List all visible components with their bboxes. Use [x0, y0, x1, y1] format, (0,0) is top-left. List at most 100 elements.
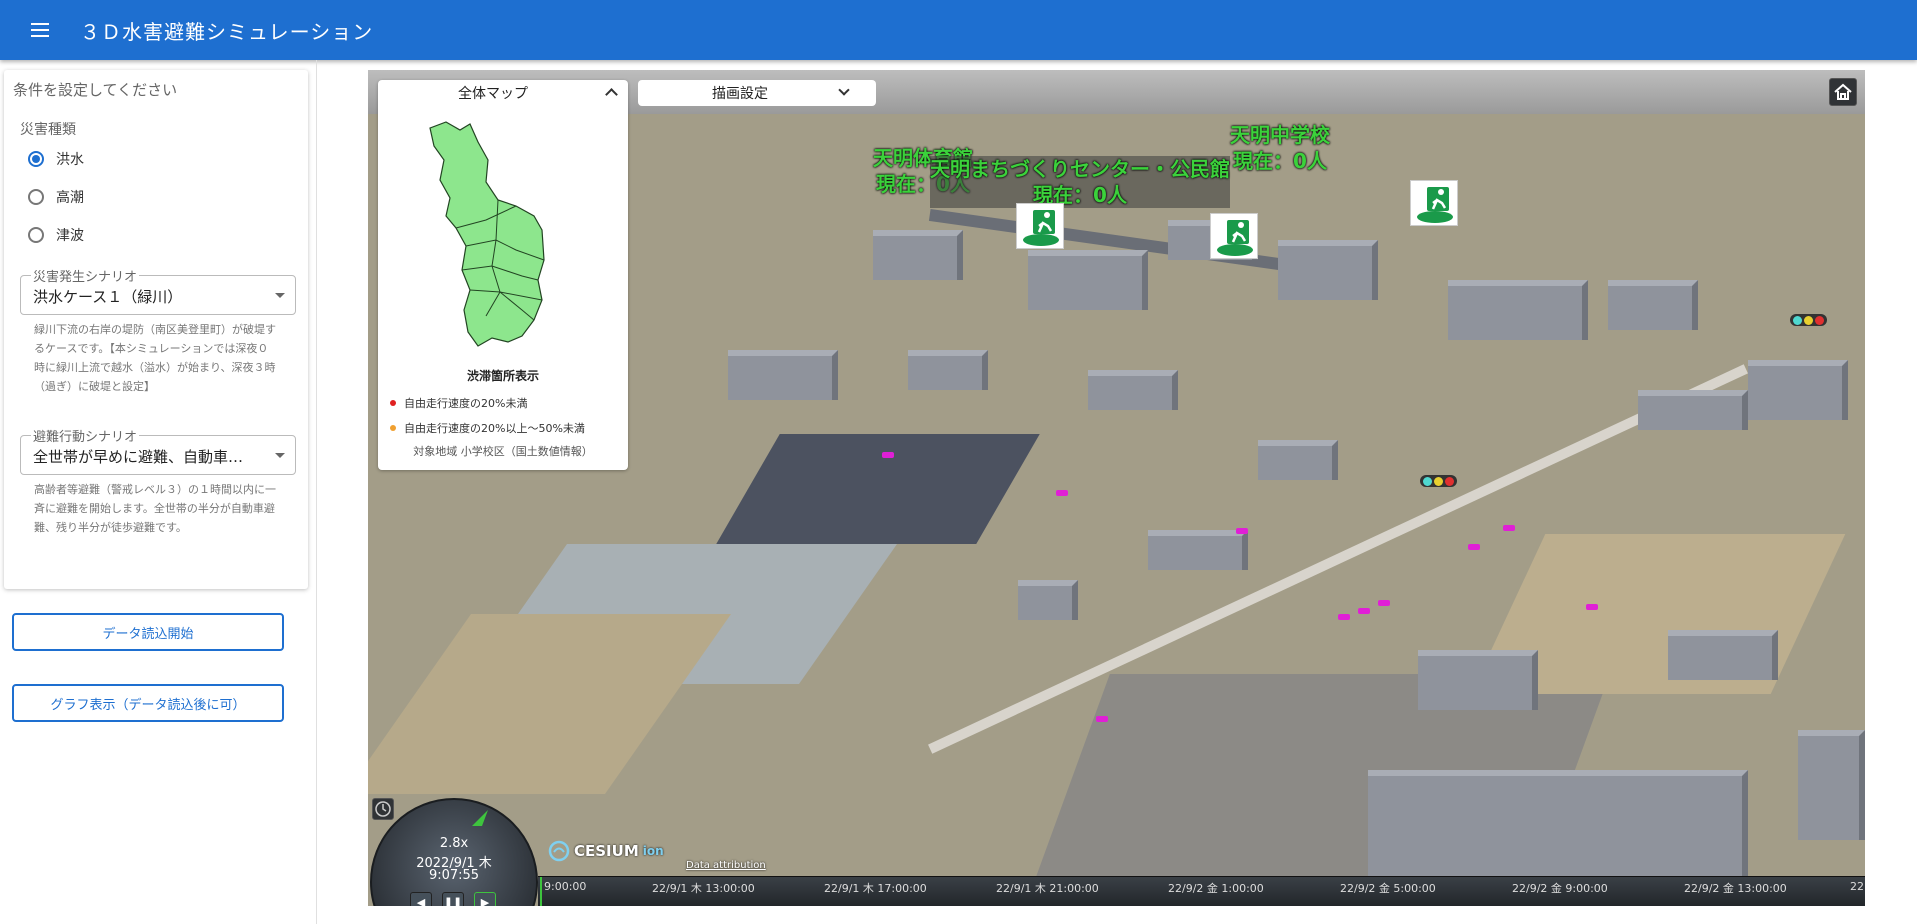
legend-label: 自由走行速度の20%以上～50%未満 [404, 422, 585, 435]
load-data-button[interactable]: データ読込開始 [12, 613, 284, 651]
area-map[interactable] [426, 120, 570, 350]
building [1798, 730, 1865, 840]
timeline-tick: 22/9/2 金 9:00:00 [1512, 882, 1608, 895]
red-dot-icon [390, 400, 396, 406]
building [1258, 440, 1338, 480]
timeline-tick: 22/9/1 木 13:00:00 [652, 882, 755, 895]
timeline-tick: 22/9/2 金 5:00:00 [1340, 882, 1436, 895]
vehicle-marker [1358, 608, 1370, 614]
building [1418, 650, 1538, 710]
shelter-name: 天明まちづくりセンター・公民館 [930, 157, 1230, 181]
settings-panel: 条件を設定してください 災害種類 洪水 高潮 津波 災害発生シナリオ 洪水ケース… [4, 70, 308, 589]
radio-storm-surge[interactable]: 高潮 [28, 187, 84, 207]
evacuation-scenario-select[interactable]: 避難行動シナリオ 全世帯が早めに避難、自動車避難と徒歩避難 [20, 426, 296, 475]
cesium-3d-viewer[interactable]: 天明体育館 現在：0人 天明まちづくりセンター・公民館 現在：0人 天明中学校 … [368, 70, 1865, 906]
shelter-count: 現在：0人 [1233, 149, 1327, 173]
timeline-tick: 22 [1850, 880, 1864, 893]
farm-field [368, 614, 732, 794]
radio-unselected-icon [28, 189, 44, 205]
vehicle-marker [1338, 614, 1350, 620]
timeline[interactable]: 9:00:00 22/9/1 木 13:00:00 22/9/1 木 17:00… [538, 876, 1865, 906]
timeline-tick: 22/9/2 金 1:00:00 [1168, 882, 1264, 895]
building [1018, 580, 1078, 620]
show-graph-button[interactable]: グラフ表示（データ読込後に可） [12, 684, 284, 722]
building [1748, 360, 1848, 420]
solar-panel-field [716, 434, 1040, 544]
legend-label: 自由走行速度の20%未満 [404, 397, 528, 410]
emergency-exit-icon[interactable] [1016, 203, 1064, 249]
disaster-scenario-select[interactable]: 災害発生シナリオ 洪水ケース１（緑川） [20, 266, 296, 315]
vehicle-marker [1586, 604, 1598, 610]
cesium-logo-text: CESIUM [574, 842, 639, 860]
select-value: 洪水ケース１（緑川） [33, 288, 183, 306]
building [1028, 250, 1148, 310]
clock-time: 9:07:55 [428, 868, 480, 883]
vehicle-marker [1378, 600, 1390, 606]
radio-label: 洪水 [56, 152, 84, 168]
vehicle-marker [882, 452, 894, 458]
chevron-down-icon [838, 84, 850, 96]
app-bar: ３Ｄ水害避難シミュレーション [0, 0, 1917, 60]
legend-title: 渋滞箇所表示 [466, 369, 539, 383]
data-attribution-link[interactable]: Data attribution [686, 860, 766, 871]
play-forward-button[interactable]: ▶ [474, 892, 496, 906]
building [1148, 530, 1248, 570]
cesium-ion-text: ion [642, 844, 664, 858]
clock-toggle-icon[interactable] [372, 798, 394, 820]
select-label: 災害発生シナリオ [31, 266, 140, 285]
emergency-exit-icon[interactable] [1210, 213, 1258, 259]
overview-map-panel: 全体マップ 渋滞箇所表示 自由走行速度の20%未満 自由走行速度の20%以上～5… [378, 80, 628, 470]
radio-label: 高潮 [56, 190, 84, 206]
building [1088, 370, 1178, 410]
playback-speed: 2.8x [439, 836, 469, 851]
disaster-type-label: 災害種類 [20, 122, 76, 138]
play-reverse-button[interactable]: ◀ [410, 892, 432, 906]
timeline-tick: 22/9/1 木 17:00:00 [824, 882, 927, 895]
legend-item: 自由走行速度の20%以上～50%未満 [390, 420, 585, 436]
building [873, 230, 963, 280]
radio-label: 津波 [56, 228, 84, 244]
radio-selected-icon [28, 151, 44, 167]
select-label: 避難行動シナリオ [31, 426, 140, 445]
map-source-note: 対象地域 小学校区（国土数値情報） [413, 445, 593, 458]
vehicle-marker [1503, 525, 1515, 531]
building [1448, 280, 1588, 340]
traffic-light-icon [1790, 314, 1827, 326]
timeline-tick: 22/9/1 木 21:00:00 [996, 882, 1099, 895]
vehicle-marker [1236, 528, 1248, 534]
building [1278, 240, 1378, 300]
building [728, 350, 838, 400]
cesium-icon [548, 840, 570, 862]
shelter-label: 天明まちづくりセンター・公民館 現在：0人 [930, 156, 1230, 208]
legend-item: 自由走行速度の20%未満 [390, 395, 527, 411]
shelter-label: 天明中学校 現在：0人 [1230, 122, 1330, 174]
building [908, 350, 988, 390]
evacuation-description: 高齢者等避難（警戒レベル３）の１時間以内に一斉に避難を開始します。全世帯の半分が… [34, 483, 276, 534]
overview-map-title: 全体マップ [458, 86, 528, 102]
draw-settings-label: 描画設定 [712, 86, 768, 102]
speed-needle-icon[interactable] [468, 808, 490, 830]
radio-tsunami[interactable]: 津波 [28, 225, 84, 245]
shelter-name: 天明中学校 [1230, 123, 1330, 147]
building [1668, 630, 1778, 680]
timeline-tick: 22/9/2 金 13:00:00 [1684, 882, 1787, 895]
timeline-needle[interactable] [540, 877, 542, 906]
draw-settings-dropdown[interactable]: 描画設定 [638, 80, 876, 106]
radio-flood[interactable]: 洪水 [28, 149, 84, 169]
vehicle-marker [1468, 544, 1480, 550]
app-title: ３Ｄ水害避難シミュレーション [80, 19, 374, 44]
shelter-count: 現在：0人 [1033, 183, 1127, 207]
menu-icon[interactable] [20, 10, 60, 50]
home-view-button[interactable] [1829, 78, 1857, 106]
home-icon [1834, 83, 1852, 100]
pause-button[interactable]: ❚❚ [442, 892, 464, 906]
radio-unselected-icon [28, 227, 44, 243]
building [1638, 390, 1748, 430]
select-value: 全世帯が早めに避難、自動車避難と徒歩避難 [33, 448, 253, 466]
scenario-description: 緑川下流の右岸の堤防（南区美登里町）が破堤するケースです。【本シミュレーションで… [34, 323, 276, 393]
emergency-exit-icon[interactable] [1410, 180, 1458, 226]
panel-title: 条件を設定してください [13, 81, 178, 99]
cesium-logo[interactable]: CESIUM ion [548, 840, 664, 862]
dropdown-arrow-icon [275, 293, 285, 298]
timeline-tick: 9:00:00 [544, 880, 587, 893]
